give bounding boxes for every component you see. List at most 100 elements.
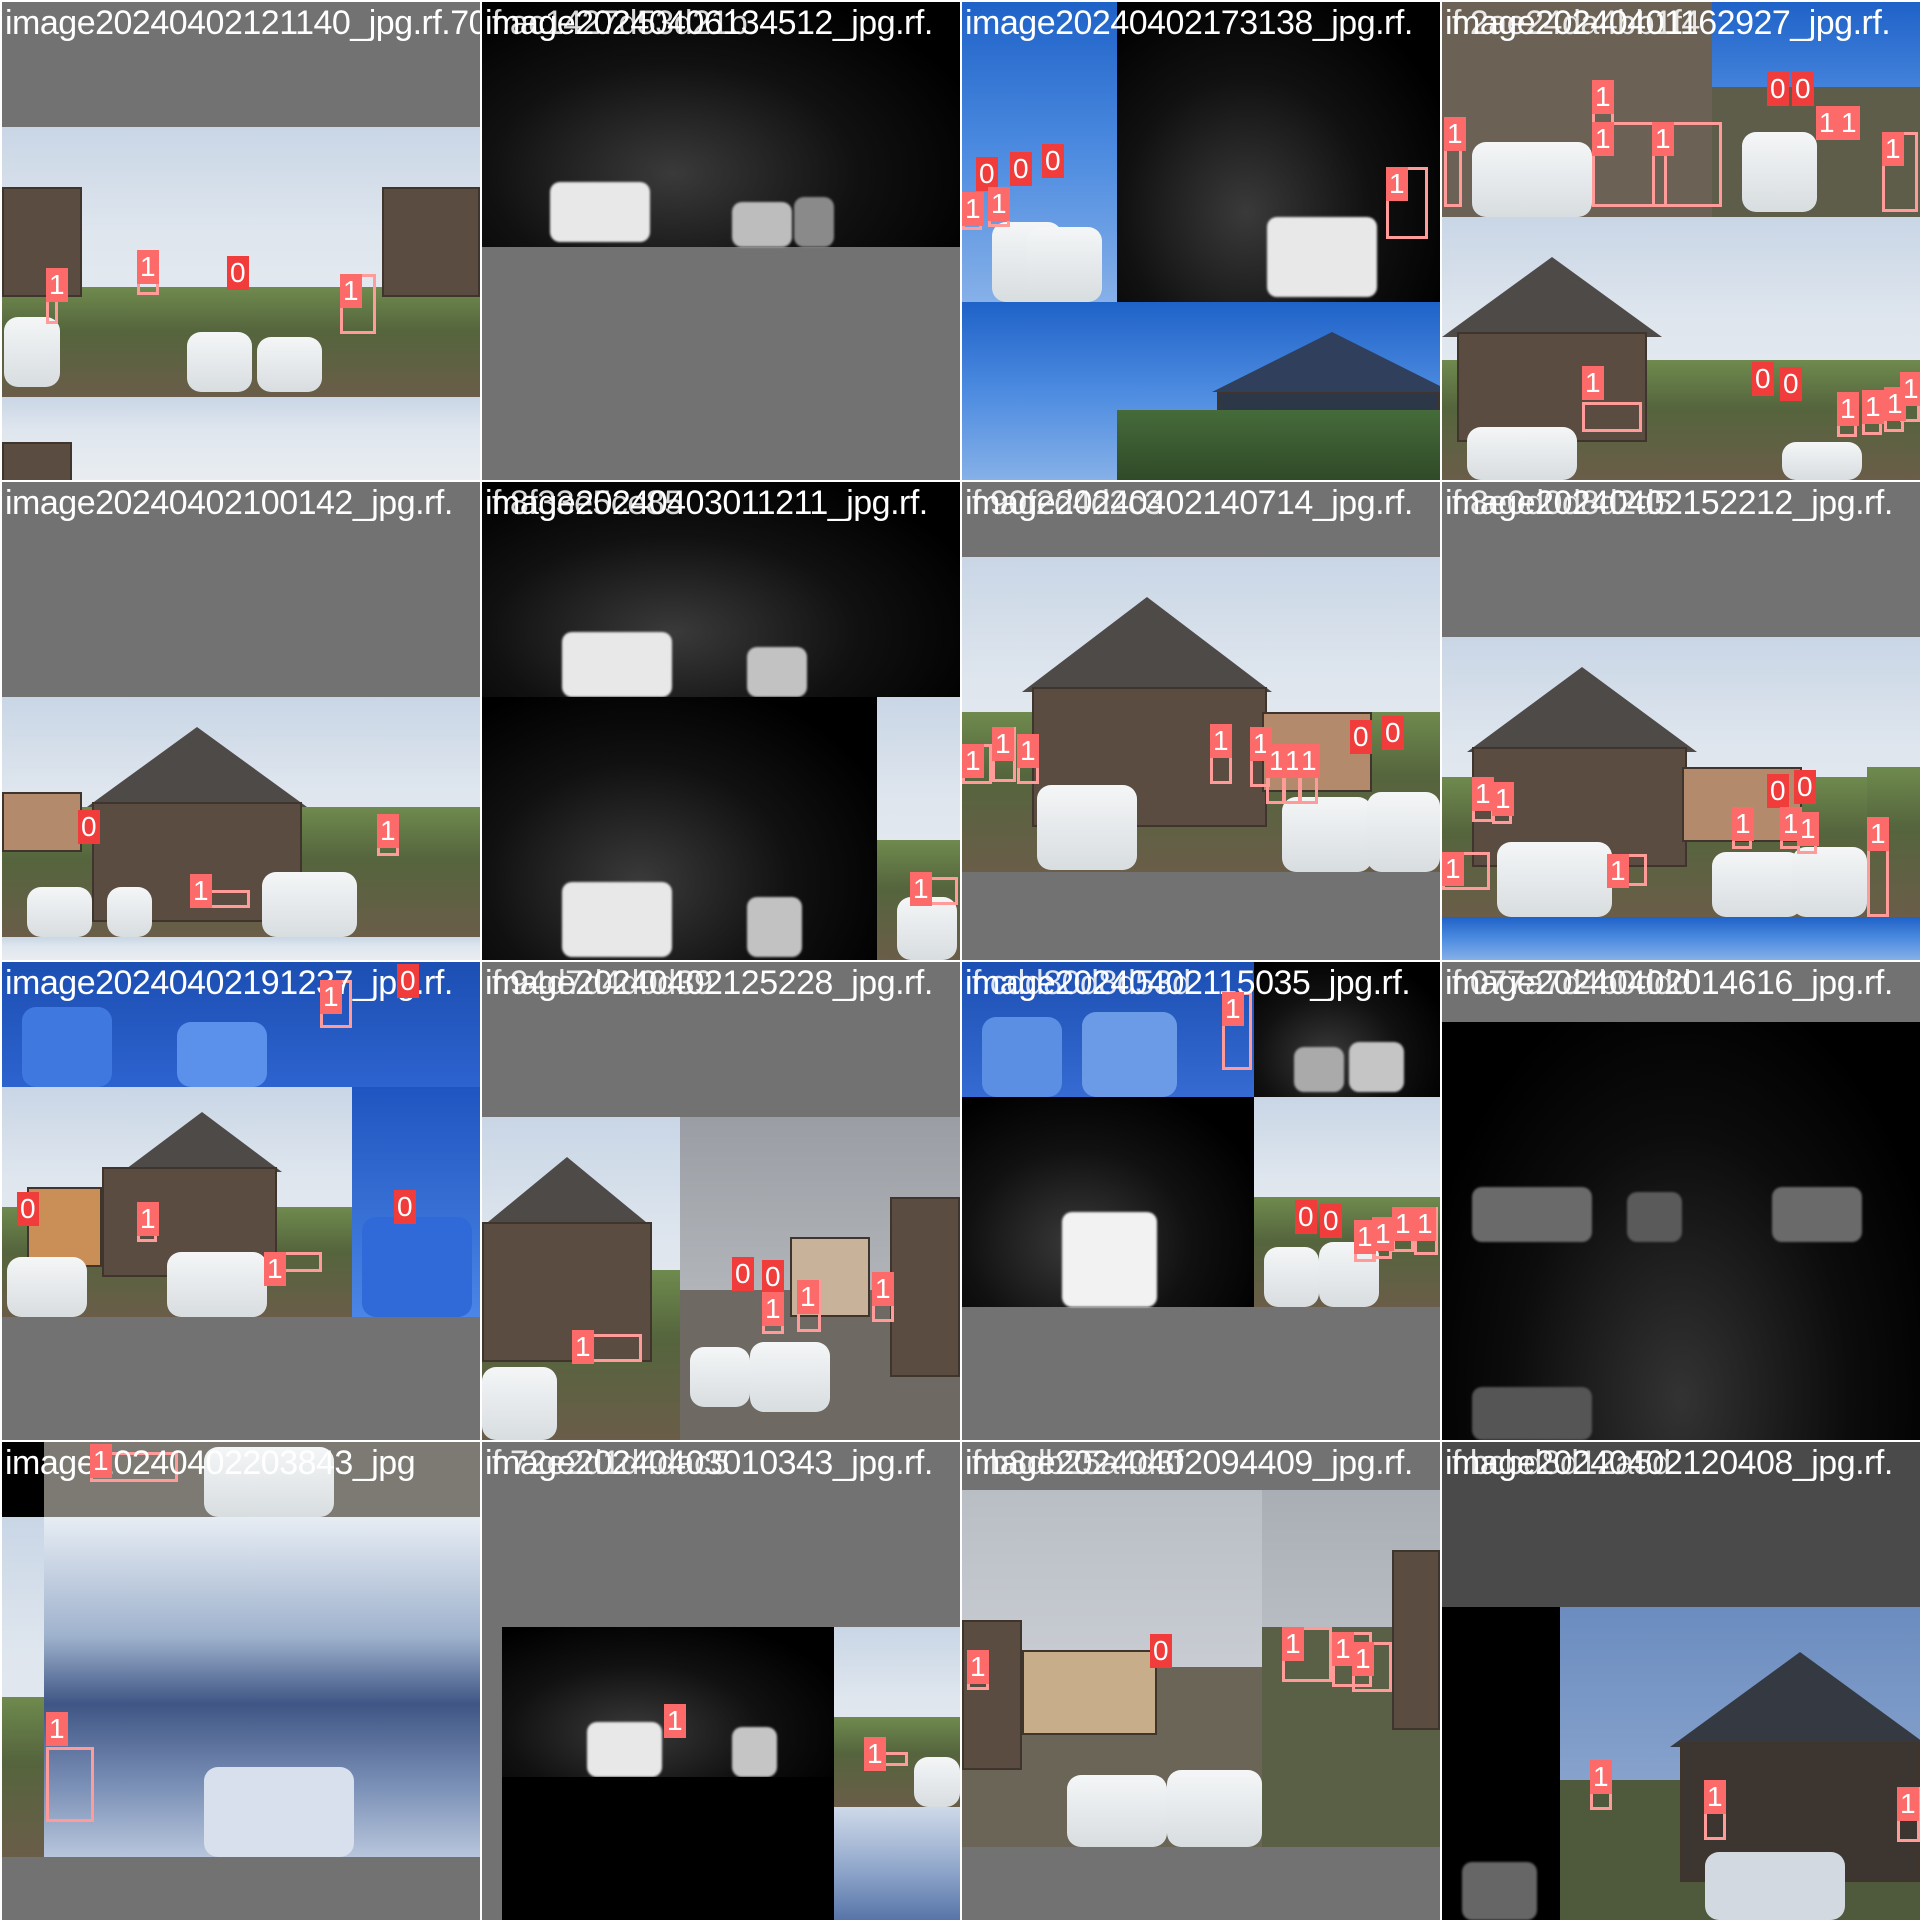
- image-filename-label: image20240402100142_jpg.rf.: [5, 484, 453, 522]
- photo-region: [962, 557, 1440, 872]
- detection-class-label: 0: [394, 1190, 416, 1224]
- detection-class-label: 0: [1767, 774, 1789, 808]
- image-filename-label: image20240402121140_jpg.rf.7000f7298d621…: [5, 4, 480, 42]
- detection-class-label: 1: [967, 1650, 989, 1684]
- detection-class-label: 0: [1320, 1204, 1342, 1238]
- detection-class-label: 1: [1442, 852, 1464, 886]
- detection-class-label: 0: [1150, 1634, 1172, 1668]
- mosaic-tile: image20240402121140_jpg.rf.7000f7298d621…: [2, 2, 480, 480]
- mosaic-tile: image20240402152212_jpg.rf. f.8e0d0d8d2d…: [1442, 482, 1920, 960]
- detection-class-label: 1: [1210, 724, 1232, 758]
- photo-region: [2, 397, 480, 480]
- detection-class-label: 1: [988, 187, 1010, 221]
- detection-class-label: 1: [1838, 106, 1860, 140]
- image-filename-label: f.b8db25a4d3f: [972, 1444, 1183, 1482]
- mosaic-tile: image20240402115035_jpg.rf. f.cdd80d8d53…: [962, 962, 1440, 1440]
- detection-class-label: 1: [1590, 1760, 1612, 1794]
- mosaic-tile: image20240401162927_jpg.rf. f.2ae24da4bb…: [1442, 2, 1920, 480]
- photo-region: [877, 697, 960, 960]
- detection-class-label: 1: [1797, 812, 1819, 846]
- detection-class-label: 1: [377, 814, 399, 848]
- detection-class-label: 1: [664, 1704, 686, 1738]
- mosaic-tile: image20240402173138_jpg.rf. 0 0 0 1 1 1: [962, 2, 1440, 480]
- detection-class-label: 1: [1444, 117, 1466, 151]
- detection-class-label: 1: [910, 872, 932, 906]
- detection-class-label: 1: [572, 1330, 594, 1364]
- mosaic-tile: image20240402191237_jpg.rf. 0 1 0 1 0 1: [2, 962, 480, 1440]
- mosaic-tile: image20240402203843_jpg 1 1: [2, 1442, 480, 1920]
- detection-class-label: 1: [1282, 1627, 1304, 1661]
- photo-region: [2, 1517, 44, 1857]
- detection-class-label: 1: [90, 1444, 112, 1478]
- detection-class-label: 1: [1492, 782, 1514, 816]
- detection-class-label: 1: [1392, 1207, 1414, 1241]
- detection-class-label: 1: [1862, 390, 1884, 424]
- photo-region: [1712, 217, 1920, 480]
- detection-class-label: 0: [1382, 716, 1404, 750]
- photo-region: [1442, 1607, 1560, 1920]
- detection-class-label: 0: [1794, 770, 1816, 804]
- detection-class-label: 0: [1752, 362, 1774, 396]
- detection-box: [46, 1747, 94, 1822]
- image-filename-label: image20240402203843_jpg: [5, 1444, 416, 1482]
- photo-region: [44, 1517, 480, 1857]
- mosaic-tile: image20240403011211_jpg.rf. f.8f33e5ce85…: [482, 482, 960, 960]
- image-filename-label: f.94d7d4d0d39: [492, 964, 713, 1002]
- detection-class-label: 1: [1704, 1780, 1726, 1814]
- mosaic-tile: image20240402140714_jpg.rf. f.90f2d4d2c3…: [962, 482, 1440, 960]
- image-filename-label: f.72e2d1d4dac5: [492, 1444, 729, 1482]
- photo-region: [482, 697, 877, 960]
- detection-class-label: 0: [227, 256, 249, 290]
- detection-class-label: 1: [46, 1712, 68, 1746]
- mosaic-grid: image20240402121140_jpg.rf.7000f7298d621…: [0, 0, 1920, 1920]
- photo-region: [352, 1087, 480, 1317]
- detection-class-label: 1: [1607, 854, 1629, 888]
- detection-class-label: 1: [190, 874, 212, 908]
- image-filename-label: f.2ae24da4bb1f4: [1452, 4, 1700, 42]
- mosaic-tile: image20240402094409_jpg.rf. f.b8db25a4d3…: [962, 1442, 1440, 1920]
- detection-class-label: 1: [320, 980, 342, 1014]
- detection-class-label: 1: [1582, 366, 1604, 400]
- photo-region: [962, 302, 1440, 480]
- detection-class-label: 0: [732, 1257, 754, 1291]
- detection-class-label: 1: [1837, 392, 1859, 426]
- detection-class-label: 0: [976, 157, 998, 191]
- detection-class-label: 1: [1386, 167, 1408, 201]
- detection-class-label: 1: [1017, 734, 1039, 768]
- detection-class-label: 1: [340, 274, 362, 308]
- photo-region: [482, 1117, 680, 1440]
- photo-region: [962, 1490, 1262, 1847]
- detection-class-label: 1: [1897, 1787, 1919, 1821]
- detection-class-label: 1: [962, 192, 984, 226]
- photo-region: [1117, 2, 1440, 302]
- detection-class-label: 1: [1352, 1642, 1374, 1676]
- mosaic-tile: image20240402100142_jpg.rf. 0 1 1: [2, 482, 480, 960]
- photo-region: [1254, 1097, 1440, 1307]
- detection-class-label: 1: [992, 727, 1014, 761]
- photo-region: [962, 1097, 1254, 1307]
- photo-region: [502, 1627, 834, 1777]
- image-filename-label: f.8e0d0d8d2d5: [1452, 484, 1673, 522]
- mosaic-tile: image20240403010343_jpg.rf. f.72e2d1d4da…: [482, 1442, 960, 1920]
- detection-class-label: 1: [1816, 106, 1838, 140]
- detection-class-label: 0: [762, 1260, 784, 1294]
- detection-class-label: 1: [1652, 122, 1674, 156]
- detection-class-label: 1: [1867, 817, 1889, 851]
- photo-region: [1560, 1607, 1920, 1920]
- detection-class-label: 1: [1222, 992, 1244, 1026]
- detection-class-label: 1: [137, 1202, 159, 1236]
- image-filename-label: f.ac1427d53d21b: [492, 4, 748, 42]
- detection-class-label: 0: [1295, 1200, 1317, 1234]
- detection-class-label: 1: [864, 1737, 886, 1771]
- mosaic-tile: image20240406134512_jpg.rf. f.ac1427d53d…: [482, 2, 960, 480]
- detection-class-label: 1: [46, 268, 68, 302]
- detection-class-label: 1: [797, 1280, 819, 1314]
- mosaic-tile: image20240402125228_jpg.rf. f.94d7d4d0d3…: [482, 962, 960, 1440]
- mosaic-tile: image20240402014616_jpg.rf. f.077a7d4b0d…: [1442, 962, 1920, 1440]
- photo-region: [1442, 217, 1712, 480]
- image-filename-label: f.cdd80d8d53d: [972, 964, 1191, 1002]
- detection-class-label: 1: [1472, 777, 1494, 811]
- detection-class-label: 0: [397, 964, 419, 998]
- detection-class-label: 1: [1592, 122, 1614, 156]
- photo-region: [834, 1627, 960, 1807]
